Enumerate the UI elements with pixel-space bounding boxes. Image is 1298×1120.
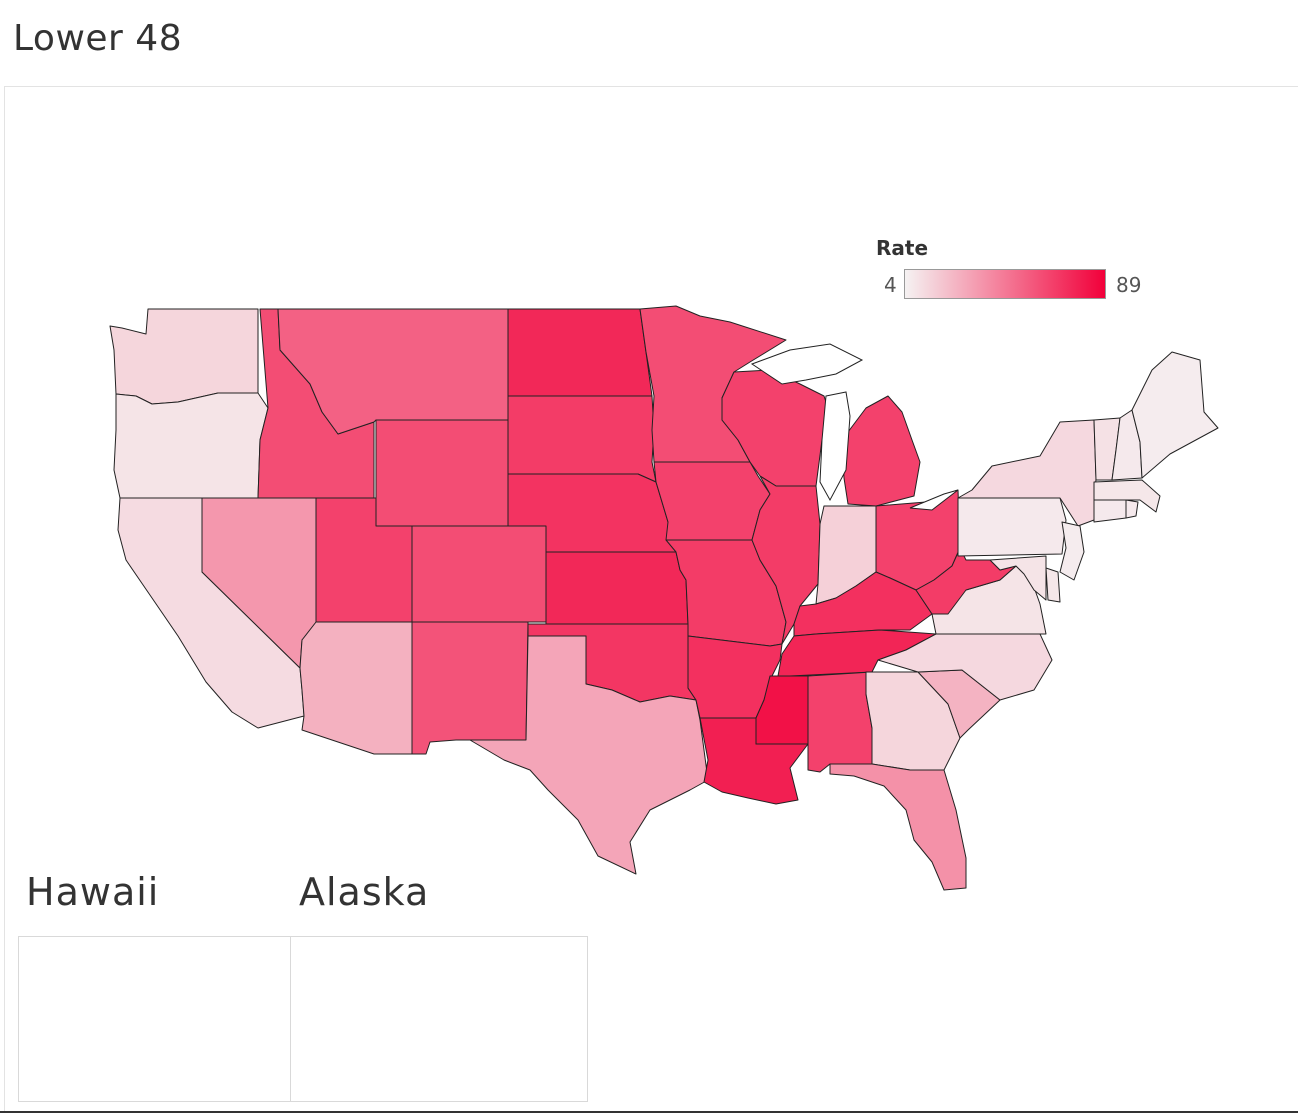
- legend-max-label: 89: [1116, 273, 1142, 297]
- state-michigan[interactable]: [841, 395, 921, 507]
- state-florida[interactable]: [829, 763, 967, 891]
- state-rhode-island[interactable]: [1125, 499, 1139, 519]
- state-iowa[interactable]: [653, 461, 771, 541]
- state-delaware[interactable]: [1045, 567, 1061, 603]
- hawaii-inset: [18, 936, 292, 1102]
- state-wyoming[interactable]: [375, 419, 509, 527]
- state-new-jersey[interactable]: [1059, 521, 1085, 581]
- state-pennsylvania[interactable]: [957, 497, 1067, 557]
- state-south-dakota[interactable]: [507, 395, 657, 483]
- state-arizona[interactable]: [299, 621, 413, 755]
- legend-min-label: 4: [884, 273, 897, 297]
- state-maine[interactable]: [1131, 351, 1219, 479]
- legend-gradient-bar: [904, 269, 1106, 299]
- color-legend: Rate 4 89: [876, 236, 1141, 299]
- alaska-inset: [290, 936, 588, 1102]
- state-north-dakota[interactable]: [507, 308, 653, 397]
- alaska-title: Alaska: [299, 870, 430, 914]
- state-oregon[interactable]: [113, 392, 269, 499]
- state-new-mexico[interactable]: [411, 621, 529, 755]
- state-colorado[interactable]: [411, 525, 547, 623]
- legend-title: Rate: [876, 236, 929, 260]
- hawaii-title: Hawaii: [26, 870, 160, 914]
- state-connecticut[interactable]: [1093, 499, 1127, 523]
- state-alabama[interactable]: [807, 671, 873, 773]
- bottom-divider: [0, 1111, 1298, 1113]
- state-kansas[interactable]: [545, 551, 689, 625]
- state-washington[interactable]: [109, 308, 259, 405]
